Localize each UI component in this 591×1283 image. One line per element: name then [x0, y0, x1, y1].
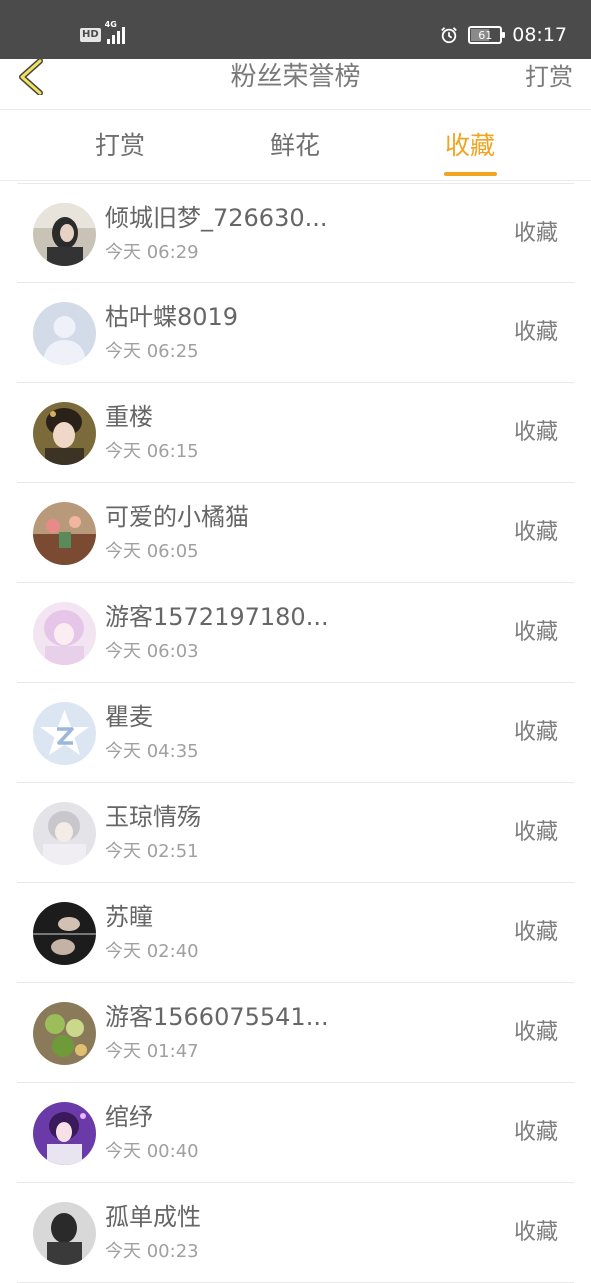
action-label: 收藏 — [513, 420, 558, 445]
battery-level: 61 — [478, 28, 493, 42]
avatar — [33, 1202, 96, 1265]
list-item[interactable]: 游客1572197180... 今天 06:03 收藏 — [17, 583, 574, 683]
action-label: 收藏 — [513, 1020, 558, 1045]
list-item[interactable]: 可爱的小橘猫 今天 06:05 收藏 — [17, 483, 574, 583]
nav-bar: 粉丝荣誉榜 打赏 — [0, 59, 591, 110]
timestamp: 今天 01:47 — [105, 1041, 199, 1062]
timestamp: 今天 06:05 — [105, 541, 199, 562]
action-label: 收藏 — [513, 221, 558, 246]
action-label: 收藏 — [513, 720, 558, 745]
timestamp: 今天 06:03 — [105, 641, 199, 662]
user-name: 玉琼情殇 — [105, 803, 201, 831]
page-title: 粉丝荣誉榜 — [230, 62, 361, 92]
qzone-star-avatar — [33, 702, 96, 765]
fan-list: 倾城旧梦_726630... 今天 06:29 收藏 枯叶蝶8019 今天 06… — [0, 183, 591, 1283]
action-label: 收藏 — [513, 920, 558, 945]
user-name: 瞿麦 — [105, 703, 153, 731]
avatar — [33, 203, 96, 266]
avatar — [33, 402, 96, 465]
alarm-icon — [441, 27, 458, 44]
active-tab-indicator — [444, 172, 497, 176]
list-item[interactable]: 重楼 今天 06:15 收藏 — [17, 383, 574, 483]
default-user-avatar — [33, 302, 96, 365]
action-label: 收藏 — [513, 820, 558, 845]
tab-bar: 打赏 鲜花 收藏 — [0, 111, 591, 181]
timestamp: 今天 02:51 — [105, 841, 199, 862]
user-name: 重楼 — [105, 403, 153, 431]
user-name: 游客1572197180... — [105, 603, 329, 631]
action-label: 收藏 — [513, 1220, 558, 1245]
user-name: 绾纾 — [105, 1103, 153, 1131]
timestamp: 今天 06:29 — [105, 242, 199, 263]
action-label: 收藏 — [513, 620, 558, 645]
avatar — [33, 1002, 96, 1065]
avatar — [33, 602, 96, 665]
network-label: 4G — [104, 20, 117, 29]
avatar — [33, 1102, 96, 1165]
list-item[interactable]: 枯叶蝶8019 今天 06:25 收藏 — [17, 283, 574, 383]
timestamp: 今天 00:23 — [105, 1241, 199, 1262]
clock: 08:17 — [512, 24, 567, 46]
action-label: 收藏 — [513, 320, 558, 345]
battery-icon: 61 — [468, 26, 506, 44]
avatar — [33, 502, 96, 565]
action-label: 收藏 — [513, 1120, 558, 1145]
list-item[interactable]: 瞿麦 今天 04:35 收藏 — [17, 683, 574, 783]
avatar — [33, 802, 96, 865]
timestamp: 今天 04:35 — [105, 741, 199, 762]
action-label: 收藏 — [513, 520, 558, 545]
user-name: 苏瞳 — [105, 903, 153, 931]
list-item[interactable]: 倾城旧梦_726630... 今天 06:29 收藏 — [17, 183, 574, 283]
avatar — [33, 902, 96, 965]
timestamp: 今天 06:25 — [105, 341, 199, 362]
list-item[interactable]: 玉琼情殇 今天 02:51 收藏 — [17, 783, 574, 883]
user-name: 枯叶蝶8019 — [105, 303, 239, 331]
list-item[interactable]: 游客1566075541... 今天 01:47 收藏 — [17, 983, 574, 1083]
signal-icon: 4G — [105, 20, 125, 44]
status-right: 61 08:17 — [440, 24, 567, 46]
user-name: 可爱的小橘猫 — [105, 503, 249, 531]
user-name: 游客1566075541... — [105, 1003, 329, 1031]
tab-flowers[interactable]: 鲜花 — [235, 111, 355, 181]
list-item[interactable]: 孤单成性 今天 00:23 收藏 — [17, 1183, 574, 1283]
timestamp: 今天 02:40 — [105, 941, 199, 962]
timestamp: 今天 06:15 — [105, 441, 199, 462]
user-name: 孤单成性 — [105, 1203, 201, 1231]
status-left: HD 4G — [80, 20, 125, 44]
list-item[interactable]: 绾纾 今天 00:40 收藏 — [17, 1083, 574, 1183]
timestamp: 今天 00:40 — [105, 1141, 199, 1162]
tab-favorites[interactable]: 收藏 — [410, 111, 530, 181]
reward-button[interactable]: 打赏 — [525, 59, 573, 95]
hd-badge: HD — [80, 28, 101, 42]
status-bar: HD 4G 61 08:17 — [0, 0, 591, 59]
list-item[interactable]: 苏瞳 今天 02:40 收藏 — [17, 883, 574, 983]
tab-reward[interactable]: 打赏 — [60, 111, 180, 181]
user-name: 倾城旧梦_726630... — [105, 204, 328, 232]
